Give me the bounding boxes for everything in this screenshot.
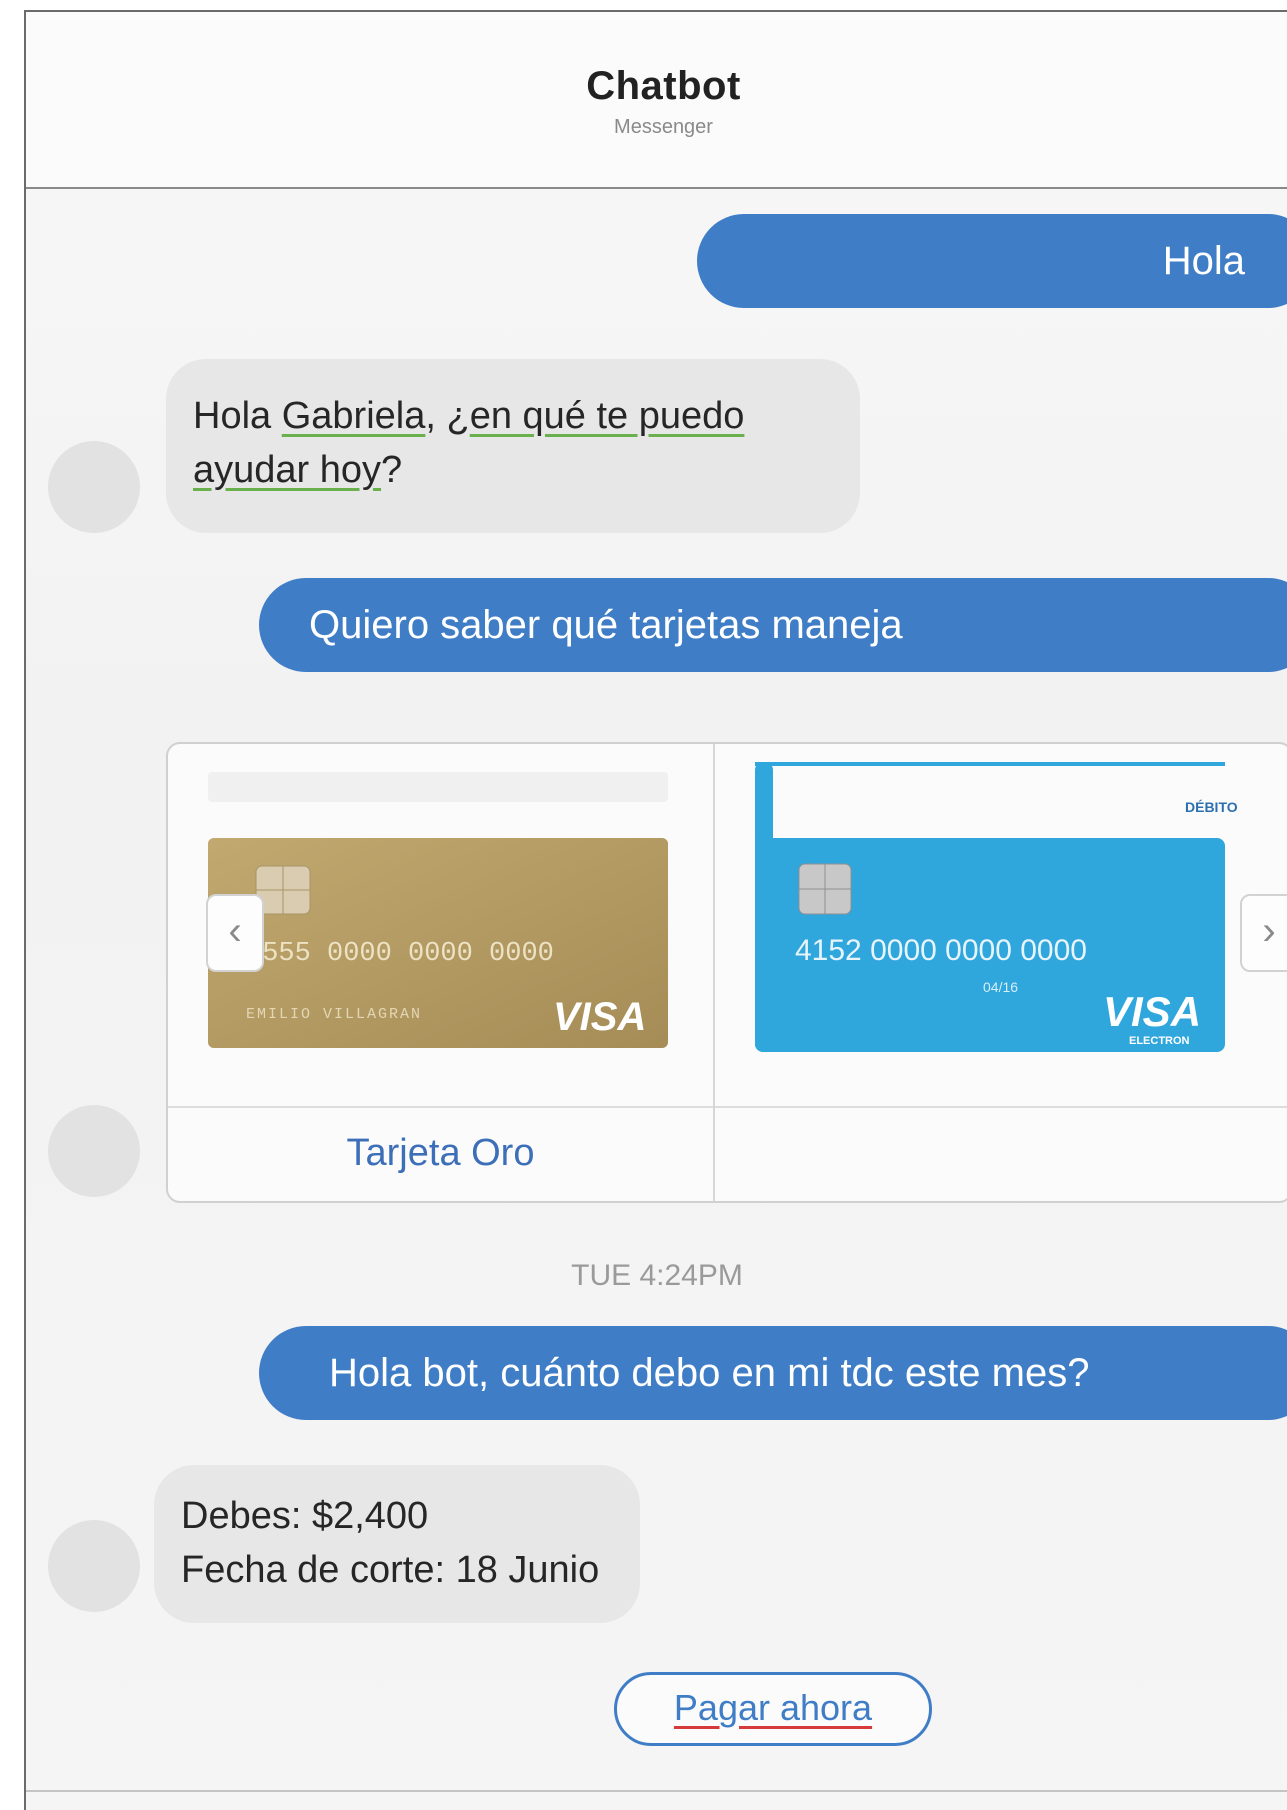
carousel-next-button[interactable]: › xyxy=(1240,894,1287,972)
message-text-line: Debes: $2,400 xyxy=(181,1495,429,1537)
outgoing-message: Quiero saber qué tarjetas maneja xyxy=(259,578,1287,672)
card-brand: VISA xyxy=(1103,988,1201,1035)
chat-window: Chatbot Messenger Hola Hola Gabriela, ¿e… xyxy=(24,10,1287,1810)
message-text: Quiero saber qué tarjetas maneja xyxy=(309,603,903,647)
outgoing-message: Hola bot, cuánto debo en mi tdc este mes… xyxy=(259,1326,1287,1420)
card-carousel: 4555 0000 0000 0000 EMILIO VILLAGRAN VIS… xyxy=(166,742,1287,1203)
card-caption[interactable]: Tarjeta Oro xyxy=(168,1106,713,1201)
bot-avatar xyxy=(48,1520,140,1612)
carousel-card-gold[interactable]: 4555 0000 0000 0000 EMILIO VILLAGRAN VIS… xyxy=(168,744,715,1201)
card-tag: DÉBITO xyxy=(1185,799,1238,815)
incoming-message: Debes: $2,400 Fecha de corte: 18 Junio xyxy=(154,1465,640,1623)
chat-header: Chatbot Messenger xyxy=(26,12,1287,189)
message-text: Hola bot, cuánto debo en mi tdc este mes… xyxy=(329,1351,1090,1395)
pay-now-button[interactable]: Pagar ahora xyxy=(614,1672,932,1746)
chevron-left-icon: ‹ xyxy=(228,909,242,953)
card-brand-sub: ELECTRON xyxy=(1129,1035,1190,1047)
incoming-message: Hola Gabriela, ¿en qué te puedo ayudar h… xyxy=(166,359,860,533)
card-number: 4555 0000 0000 0000 xyxy=(246,939,554,969)
debit-card-image: DÉBITO 4152 0000 0000 0000 04/16 VISA EL… xyxy=(755,762,1238,1052)
message-timestamp: TUE 4:24PM xyxy=(571,1259,743,1292)
pay-now-label: Pagar ahora xyxy=(673,1687,873,1728)
carousel-prev-button[interactable]: ‹ xyxy=(206,894,264,972)
outgoing-message: Hola xyxy=(697,214,1287,308)
chat-title: Chatbot xyxy=(586,64,741,108)
chat-subtitle: Messenger xyxy=(614,116,713,138)
carousel-card-debit[interactable]: DÉBITO 4152 0000 0000 0000 04/16 VISA EL… xyxy=(715,744,1287,1201)
chevron-right-icon: › xyxy=(1262,909,1276,953)
message-text-line: Hola Gabriela, ¿en qué te puedo xyxy=(193,395,745,437)
bot-avatar xyxy=(48,1105,140,1197)
card-number: 4152 0000 0000 0000 xyxy=(795,934,1087,967)
divider xyxy=(26,1790,1287,1792)
message-text-line: Fecha de corte: 18 Junio xyxy=(181,1549,600,1591)
message-text: Hola xyxy=(1162,239,1245,283)
bot-avatar xyxy=(48,441,140,533)
card-expiry: 04/16 xyxy=(983,979,1018,995)
card-holder: EMILIO VILLAGRAN xyxy=(246,1006,422,1023)
card-caption[interactable] xyxy=(715,1106,1287,1201)
message-text-line: ayudar hoy? xyxy=(193,449,403,491)
card-brand: VISA xyxy=(553,995,646,1039)
